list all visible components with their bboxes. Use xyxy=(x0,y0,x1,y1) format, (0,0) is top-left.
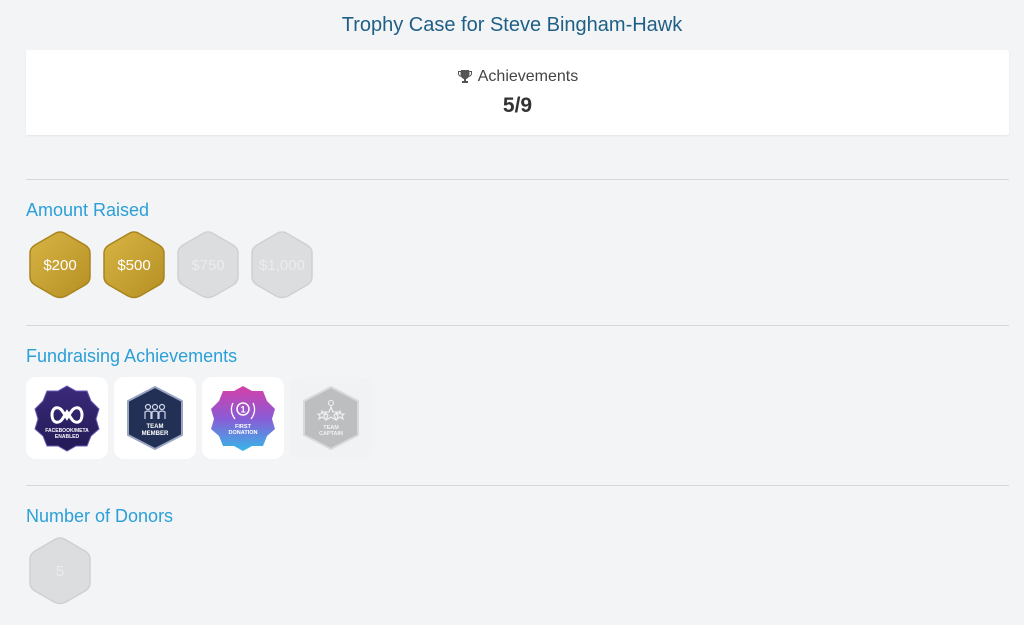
fundraising-badges: FACEBOOK/META ENABLED TEAM MEMBER 1 FIRS… xyxy=(26,377,372,459)
badge-label: $500 xyxy=(117,256,151,274)
svg-text:DONATION: DONATION xyxy=(229,430,258,436)
amount-raised-badges: $200 $500 $750 $1,000 xyxy=(28,229,314,301)
fundraising-achievements-heading: Fundraising Achievements xyxy=(26,346,238,366)
page-title: Trophy Case for Steve Bingham-Hawk xyxy=(341,14,683,36)
badge-label: 5 xyxy=(55,562,65,580)
svg-text:MEMBER: MEMBER xyxy=(142,431,169,437)
badge-label: $1,000 xyxy=(259,256,305,274)
badge-donors-5[interactable]: 5 xyxy=(28,535,92,607)
svg-text:TEAM: TEAM xyxy=(147,424,164,430)
achievements-label: Achievements xyxy=(477,68,579,85)
badge-team-member[interactable]: TEAM MEMBER xyxy=(114,377,196,459)
divider xyxy=(26,179,1009,180)
badge-team-captain[interactable]: TEAM CAPTAIN xyxy=(290,377,372,459)
badge-facebook-meta-enabled[interactable]: FACEBOOK/META ENABLED xyxy=(26,377,108,459)
badge-amount-1000[interactable]: $1,000 xyxy=(250,229,314,301)
svg-text:ENABLED: ENABLED xyxy=(55,434,80,440)
svg-text:CAPTAIN: CAPTAIN xyxy=(319,431,343,437)
number-of-donors-heading: Number of Donors xyxy=(26,506,174,526)
amount-raised-heading: Amount Raised xyxy=(26,200,150,220)
trophy-icon xyxy=(457,70,472,83)
badge-amount-500[interactable]: $500 xyxy=(102,229,166,301)
achievements-count: 5/9 xyxy=(502,94,533,117)
badge-amount-200[interactable]: $200 xyxy=(28,229,92,301)
divider xyxy=(26,325,1009,326)
svg-text:1: 1 xyxy=(240,405,245,415)
badge-label: $200 xyxy=(43,256,77,274)
badge-label: $750 xyxy=(191,256,225,274)
badge-first-donation[interactable]: 1 FIRST DONATION xyxy=(202,377,284,459)
donor-badges: 5 xyxy=(28,535,92,607)
achievements-summary-card: Achievements 5/9 xyxy=(26,50,1009,135)
divider xyxy=(26,485,1009,486)
badge-amount-750[interactable]: $750 xyxy=(176,229,240,301)
